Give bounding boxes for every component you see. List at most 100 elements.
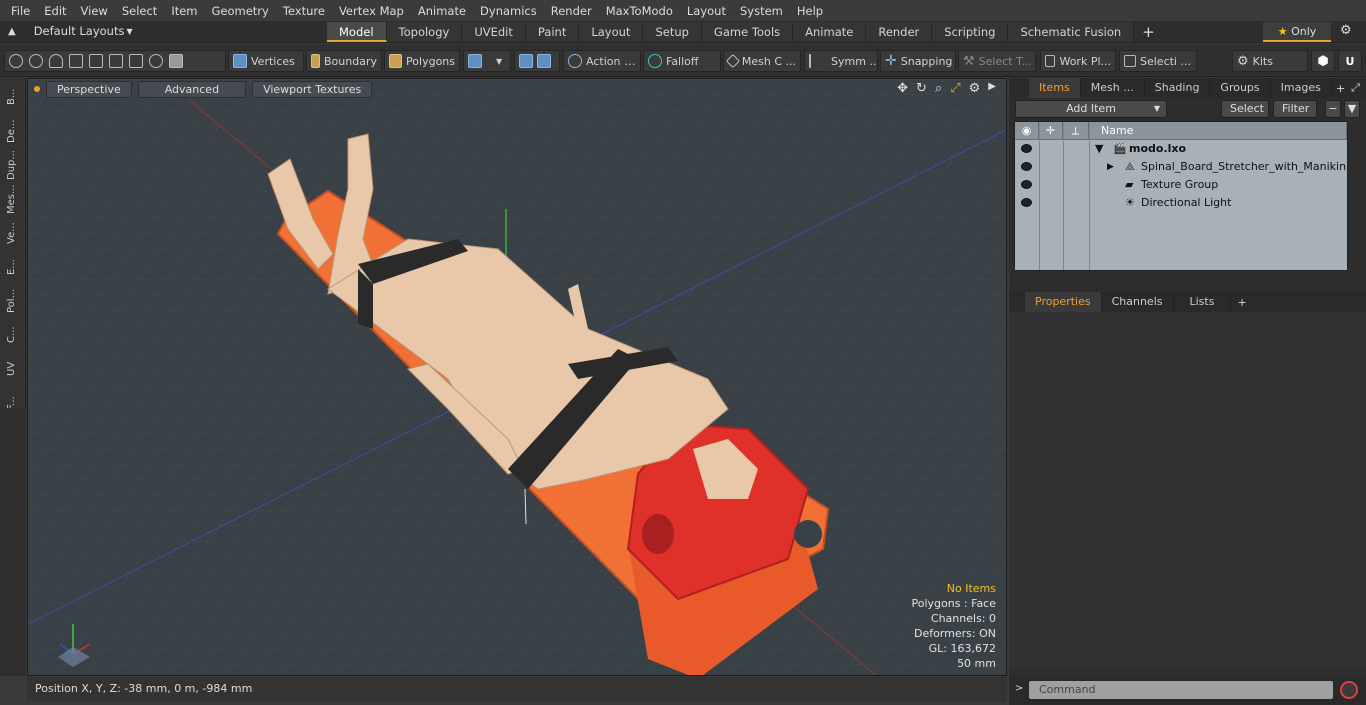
collapse-arrow-icon[interactable]: ▲: [8, 26, 16, 37]
left-tab-polygon[interactable]: Pol...: [6, 286, 17, 316]
polygons-button[interactable]: Polygons: [384, 50, 460, 72]
tab-setup[interactable]: Setup: [643, 22, 702, 42]
tree-row-scene[interactable]: ▼ 🎬 modo.lxo: [1015, 140, 1347, 158]
tab-shading[interactable]: Shading: [1145, 78, 1211, 98]
visibility-eye-icon[interactable]: [1021, 180, 1032, 189]
tab-render[interactable]: Render: [866, 22, 933, 42]
menu-maxtomodo[interactable]: MaxToModo: [599, 4, 680, 18]
add-panel-plus-icon[interactable]: +: [1336, 82, 1345, 95]
shield-icon[interactable]: [169, 54, 183, 68]
tab-game-tools[interactable]: Game Tools: [701, 22, 794, 42]
menu-layout[interactable]: Layout: [680, 4, 733, 18]
item-mode-dropdown[interactable]: ▼: [463, 50, 511, 72]
tab-mesh[interactable]: Mesh ...: [1081, 78, 1145, 98]
visibility-eye-icon[interactable]: [1021, 144, 1032, 153]
name-column-header[interactable]: Name: [1089, 122, 1347, 139]
menu-edit[interactable]: Edit: [37, 4, 73, 18]
expand-arrow-icon[interactable]: ▶: [1107, 158, 1114, 176]
shield-cube-icon[interactable]: [537, 54, 551, 68]
axes-column-icon[interactable]: ⟂: [1063, 122, 1089, 139]
left-tab-basic[interactable]: B...: [6, 82, 17, 112]
expand-icon[interactable]: ⤢: [1351, 81, 1360, 95]
left-tab-uv[interactable]: UV: [6, 354, 17, 384]
pen-icon[interactable]: [49, 54, 63, 68]
kits-button[interactable]: ⚙ Kits: [1232, 50, 1308, 72]
lock-column-icon[interactable]: ✛: [1039, 122, 1063, 139]
unity-button[interactable]: ⬢: [1311, 50, 1335, 72]
visibility-eye-icon[interactable]: [1021, 198, 1032, 207]
rotate-icon[interactable]: ↻: [916, 81, 927, 96]
menu-texture[interactable]: Texture: [276, 4, 332, 18]
viewport-textures-dropdown[interactable]: Viewport Textures: [252, 80, 373, 98]
tab-lists[interactable]: Lists: [1174, 292, 1232, 312]
tab-images[interactable]: Images: [1271, 78, 1332, 98]
tab-topology[interactable]: Topology: [386, 22, 463, 42]
expand-arrow-icon[interactable]: ▼: [1095, 140, 1103, 158]
unreal-button[interactable]: U: [1338, 50, 1362, 72]
command-input[interactable]: Command: [1029, 681, 1333, 699]
default-layouts-dropdown[interactable]: ▲ Default Layouts ▼: [8, 24, 133, 38]
menu-geometry[interactable]: Geometry: [205, 4, 276, 18]
stack-icon[interactable]: [89, 54, 103, 68]
left-tab-curve[interactable]: C...: [6, 320, 17, 350]
menu-help[interactable]: Help: [790, 4, 830, 18]
add-item-button[interactable]: Add Item ▼: [1015, 100, 1167, 118]
left-tab-vertex[interactable]: Ve...: [6, 218, 17, 248]
collapse-button[interactable]: −: [1325, 100, 1341, 118]
action-button[interactable]: Action …: [563, 50, 641, 72]
menu-animate[interactable]: Animate: [411, 4, 473, 18]
tab-items[interactable]: Items: [1029, 78, 1081, 98]
add-tab-plus-icon[interactable]: +: [1134, 22, 1163, 42]
menu-item[interactable]: Item: [164, 4, 204, 18]
tab-groups[interactable]: Groups: [1210, 78, 1271, 98]
advanced-dropdown[interactable]: Advanced: [137, 80, 247, 98]
brush-icon[interactable]: [69, 54, 83, 68]
left-tab-mesh-edit[interactable]: Mes...: [6, 184, 17, 214]
falloff-button[interactable]: Falloff: [643, 50, 721, 72]
3d-viewport[interactable]: Perspective Advanced Viewport Textures ✥…: [27, 78, 1007, 676]
mesh-constraints-button[interactable]: Mesh C ...: [723, 50, 801, 72]
tree-row-directional-light[interactable]: ☀ Directional Light: [1015, 194, 1347, 212]
eye-cube-icon[interactable]: [519, 54, 533, 68]
zoom-icon[interactable]: ⌕: [935, 81, 942, 96]
boundary-button[interactable]: Boundary: [306, 50, 382, 72]
tab-channels[interactable]: Channels: [1102, 292, 1174, 312]
circle-select-icon[interactable]: [9, 54, 23, 68]
funnel-icon[interactable]: ▼: [1344, 100, 1360, 118]
tab-uvedit[interactable]: UVEdit: [462, 22, 526, 42]
menu-dynamics[interactable]: Dynamics: [473, 4, 544, 18]
globe-icon[interactable]: [29, 54, 43, 68]
crosshair-square-icon[interactable]: [109, 54, 123, 68]
snapping-button[interactable]: ✛ Snapping: [880, 50, 956, 72]
visibility-eye-icon[interactable]: [1021, 162, 1032, 171]
tab-properties[interactable]: Properties: [1025, 292, 1102, 312]
work-plane-button[interactable]: Work Pl...: [1040, 50, 1116, 72]
tab-model[interactable]: Model: [327, 22, 387, 42]
tab-scripting[interactable]: Scripting: [932, 22, 1009, 42]
left-tab-duplicate[interactable]: Dup...: [6, 150, 17, 180]
left-tab-edge[interactable]: E...: [6, 252, 17, 282]
tab-animate[interactable]: Animate: [793, 22, 867, 42]
selection-sets-button[interactable]: Selecti ...: [1119, 50, 1197, 72]
tab-layout[interactable]: Layout: [579, 22, 644, 42]
pan-icon[interactable]: ✥: [897, 81, 908, 96]
pie-icon[interactable]: [149, 54, 163, 68]
menu-system[interactable]: System: [733, 4, 790, 18]
tree-row-texture-group[interactable]: ▰ Texture Group: [1015, 176, 1347, 194]
perspective-dropdown[interactable]: Perspective: [46, 80, 132, 98]
left-tab-deform[interactable]: De...: [6, 116, 17, 146]
tab-paint[interactable]: Paint: [525, 22, 580, 42]
viewport-gear-icon[interactable]: ⚙: [969, 81, 981, 96]
play-arrow-icon[interactable]: ▶: [988, 81, 996, 96]
record-icon[interactable]: [1340, 681, 1358, 699]
tree-row-mesh[interactable]: ▶ ⟁ Spinal_Board_Stretcher_with_Manikin: [1015, 158, 1347, 176]
vertices-button[interactable]: Vertices: [228, 50, 304, 72]
tab-schematic-fusion[interactable]: Schematic Fusion: [1008, 22, 1135, 42]
menu-file[interactable]: File: [4, 4, 37, 18]
select-through-button[interactable]: ⚒ Select T...: [958, 50, 1036, 72]
menu-vertex-map[interactable]: Vertex Map: [332, 4, 411, 18]
symmetry-button[interactable]: Symm ...: [804, 50, 878, 72]
select-button[interactable]: Select: [1221, 100, 1269, 118]
eye-column-icon[interactable]: ◉: [1015, 122, 1039, 139]
only-toggle[interactable]: ★ Only: [1263, 22, 1331, 42]
